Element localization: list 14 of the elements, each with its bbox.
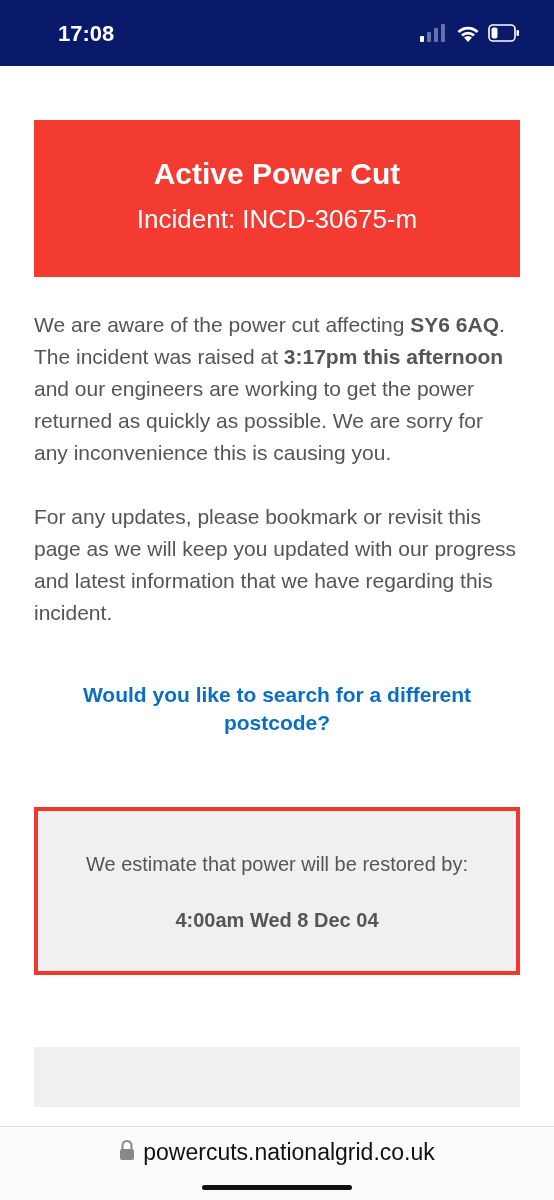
lock-icon bbox=[119, 1139, 136, 1161]
body-paragraph: We are aware of the power cut affecting SY6 6AQ. The incident was raised at 3:17pm this afternoon and our engineers are working to get the power returned as quickly as possible. We are sorry for any inconvenience this is causing you. bbox=[34, 312, 506, 466]
banner-title: Active Power Cut bbox=[152, 156, 402, 192]
battery-icon bbox=[488, 24, 520, 42]
estimate-text: We estimate that power will be restored by: bbox=[85, 852, 469, 877]
body-paragraph: For any updates, please bookmark or revisit this page as we will keep you updated with our progress and latest information that we have regarding this incident. bbox=[34, 504, 518, 626]
search-postcode-link[interactable]: Would you like to search for a different postcode? bbox=[60, 681, 494, 737]
signal-icon bbox=[420, 24, 448, 42]
address-bar[interactable]: powercuts.nationalgrid.co.uk bbox=[0, 1126, 554, 1200]
url-text: powercuts.nationalgrid.co.uk bbox=[143, 1138, 435, 1167]
estimate-time: 4:00am Wed 8 Dec 04 bbox=[174, 908, 380, 933]
incident-number: Incident: INCD-30675-m bbox=[135, 203, 419, 236]
wifi-icon bbox=[456, 24, 480, 42]
status-time: 17:08 bbox=[58, 19, 115, 48]
